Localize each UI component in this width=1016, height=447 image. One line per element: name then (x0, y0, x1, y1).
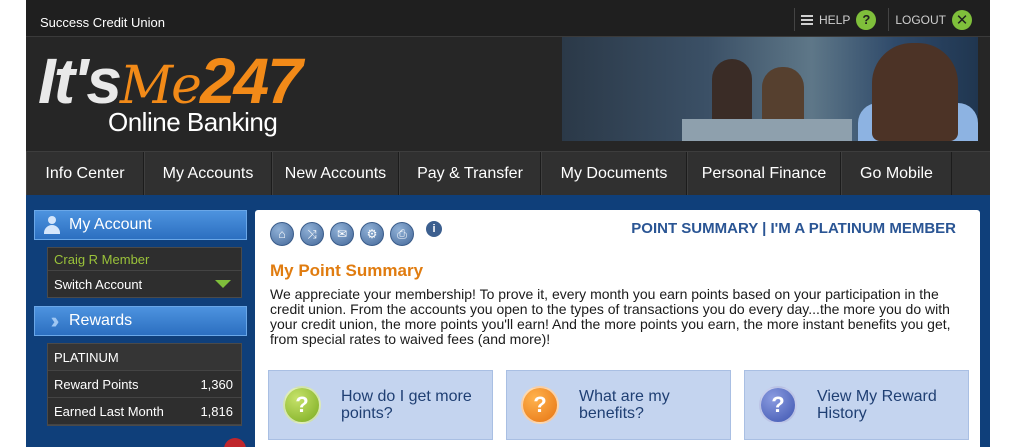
help-icon: ? (856, 9, 877, 30)
tier-row: PLATINUM (48, 344, 241, 371)
banner-photo (562, 37, 978, 141)
close-icon: ✕ (952, 9, 972, 30)
summary-text: We appreciate your membership! To prove … (270, 286, 951, 347)
credit-union-name: Success Credit Union (40, 15, 165, 30)
info-icon[interactable]: i (426, 221, 442, 237)
rewards-box: PLATINUM Reward Points 1,360 Earned Last… (47, 343, 242, 426)
double-chevron-icon: ›› (50, 308, 59, 333)
mail-icon[interactable]: ✉ (330, 222, 354, 246)
nav-info-center[interactable]: Info Center (26, 152, 144, 196)
reward-points-row: Reward Points 1,360 (48, 371, 241, 398)
help-label: HELP (818, 12, 851, 27)
earned-last-month-row: Earned Last Month 1,816 (48, 398, 241, 425)
summary-title: My Point Summary (270, 261, 424, 280)
logout-link[interactable]: LOGOUT ✕ (888, 8, 978, 31)
logout-label: LOGOUT (895, 12, 946, 27)
nav-new-accounts[interactable]: New Accounts (272, 152, 399, 196)
rewards-header[interactable]: ›› Rewards (34, 306, 247, 336)
main-nav: Info Center My Accounts New Accounts Pay… (26, 151, 990, 196)
earned-last-month-label: Earned Last Month (54, 403, 164, 419)
chevron-down-icon (215, 280, 231, 288)
member-name: Craig R Member (48, 248, 241, 271)
get-more-points-card[interactable]: ? How do I get more points? (268, 370, 493, 440)
card-label: What are my benefits? (579, 388, 670, 422)
person-icon (43, 216, 61, 234)
gear-icon[interactable]: ⚙ (360, 222, 384, 246)
card-label: View My Reward History (817, 388, 937, 422)
earned-last-month-value: 1,816 (200, 403, 233, 419)
nav-pay-transfer[interactable]: Pay & Transfer (399, 152, 541, 196)
header-banner: It'sMe247 Online Banking (26, 37, 990, 151)
printer-icon[interactable]: ⎙ (390, 222, 414, 246)
tier-label: PLATINUM (54, 349, 119, 365)
switch-account-button[interactable]: Switch Account (48, 271, 241, 297)
help-link[interactable]: HELP ? (793, 8, 882, 31)
reward-points-value: 1,360 (200, 376, 233, 392)
main-panel: ⌂ ⤨ ✉ ⚙ ⎙ i POINT SUMMARY | I'M A PLATIN… (255, 210, 980, 447)
toolbar: ⌂ ⤨ ✉ ⚙ ⎙ i (270, 221, 442, 246)
sidebar: My Account Craig R Member Switch Account… (34, 210, 247, 447)
alert-badge (224, 438, 246, 447)
top-links: HELP ? LOGOUT ✕ (793, 8, 978, 31)
top-bar: Success Credit Union HELP ? LOGOUT ✕ (26, 0, 990, 37)
nav-go-mobile[interactable]: Go Mobile (841, 152, 952, 196)
switch-account-label: Switch Account (54, 276, 143, 292)
rewards-label: Rewards (69, 312, 133, 329)
question-icon: ? (283, 386, 321, 424)
action-cards: ? How do I get more points? ? What are m… (268, 370, 969, 440)
nav-my-accounts[interactable]: My Accounts (144, 152, 272, 196)
logo[interactable]: It'sMe247 Online Banking (38, 49, 308, 145)
my-account-label: My Account (69, 216, 152, 233)
benefits-card[interactable]: ? What are my benefits? (506, 370, 731, 440)
menu-icon (800, 14, 813, 25)
question-icon: ? (521, 386, 559, 424)
account-box: Craig R Member Switch Account (47, 247, 242, 298)
question-icon: ? (759, 386, 797, 424)
home-icon[interactable]: ⌂ (270, 222, 294, 246)
logo-subtitle: Online Banking (108, 107, 278, 137)
page-heading: POINT SUMMARY | I'M A PLATINUM MEMBER (631, 220, 956, 237)
nav-personal-finance[interactable]: Personal Finance (687, 152, 841, 196)
reward-points-label: Reward Points (54, 376, 139, 392)
nav-my-documents[interactable]: My Documents (541, 152, 687, 196)
my-account-header[interactable]: My Account (34, 210, 247, 240)
card-label: How do I get more points? (341, 388, 472, 422)
reward-history-card[interactable]: ? View My Reward History (744, 370, 969, 440)
shuffle-icon[interactable]: ⤨ (300, 222, 324, 246)
